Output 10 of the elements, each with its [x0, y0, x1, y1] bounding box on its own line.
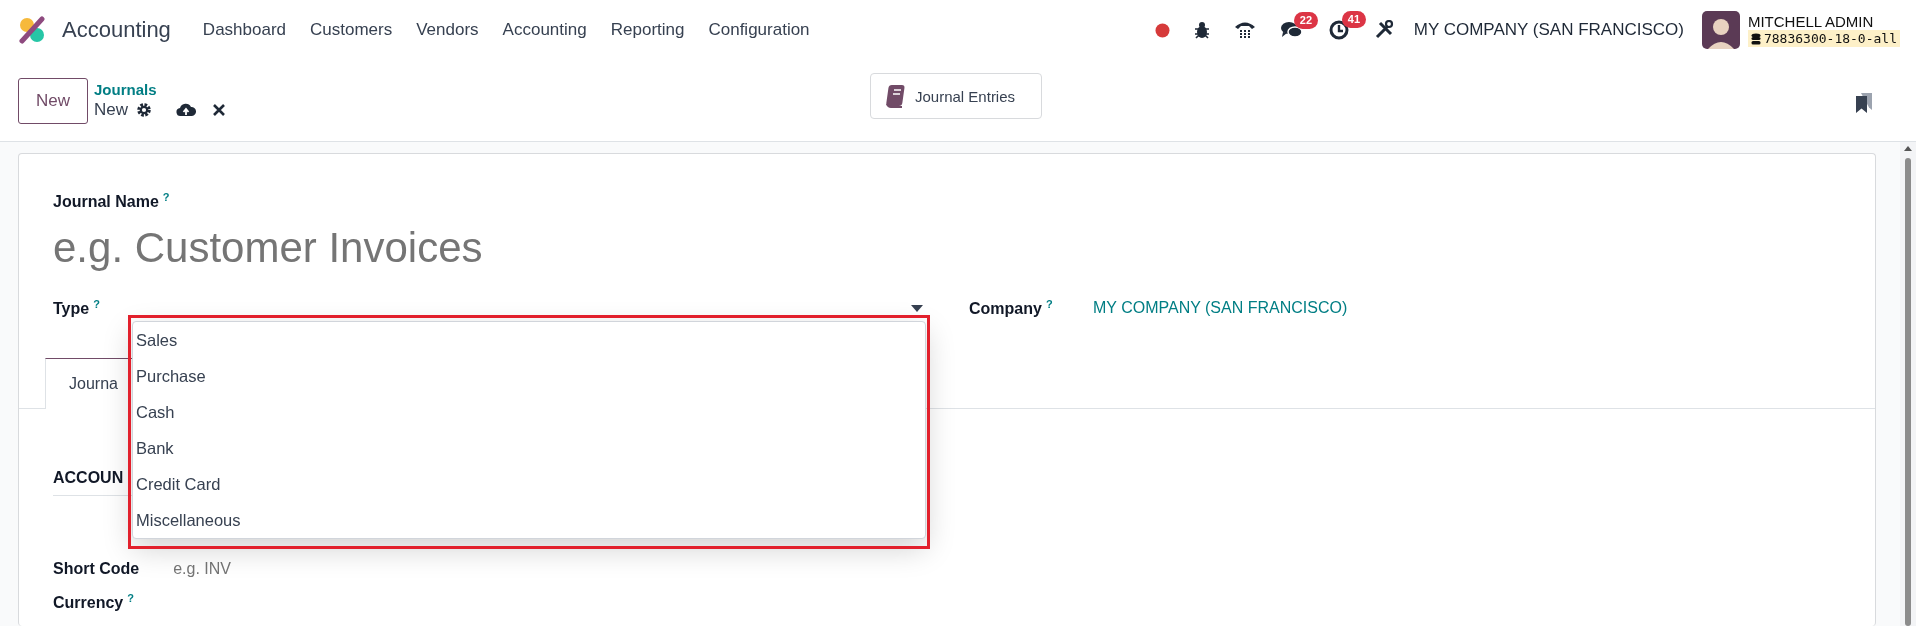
counter-badge: 41 [1341, 11, 1367, 28]
field-label: Type [53, 300, 90, 318]
field-label: Company [969, 300, 1042, 318]
section-heading: ACCOUN [53, 469, 124, 487]
field-label: Short Code [53, 560, 140, 578]
database-badge: 78836300-18-0-all [1747, 30, 1900, 47]
record-title: New [94, 100, 128, 120]
field-label: Currency [53, 594, 124, 612]
counter-badge: 22 [1293, 12, 1319, 29]
field-label: Journal Name [53, 193, 159, 211]
